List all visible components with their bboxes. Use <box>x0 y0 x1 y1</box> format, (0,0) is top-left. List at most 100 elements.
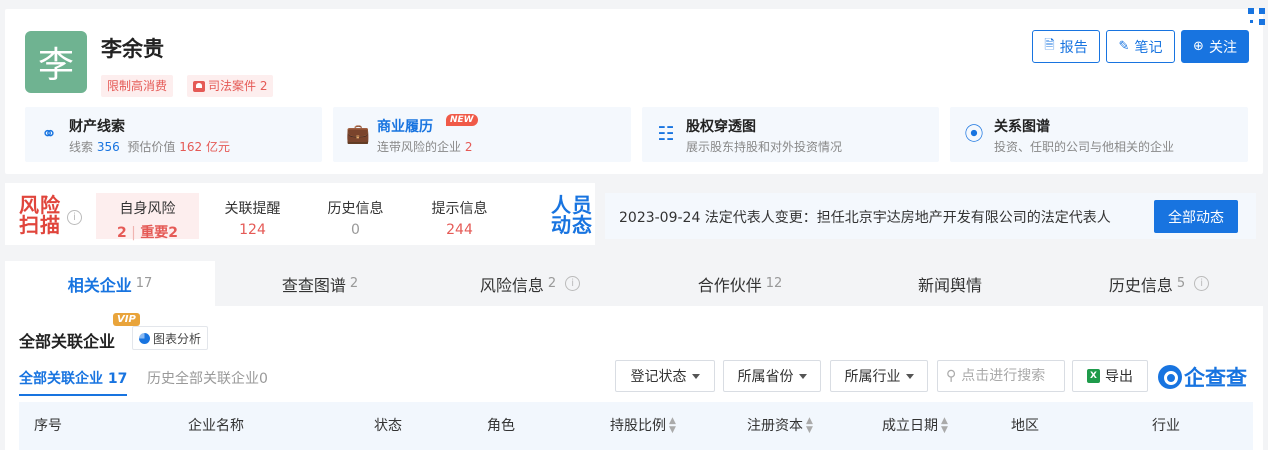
tab-label: 合作伙伴 <box>697 275 762 295</box>
caret-down-icon <box>905 373 914 379</box>
risk-cell-label: 提示信息 <box>431 201 488 217</box>
follow-button[interactable]: ⊕ 关注 <box>1181 30 1249 63</box>
subtab-history-related[interactable]: 历史全部关联企业0 <box>147 368 268 388</box>
feature-asset-clues[interactable]: ⚭ 财产线索 线索 356 预估价值 162 亿元 <box>25 107 322 162</box>
risk-cell-value: 2 | 重要2 <box>116 225 179 241</box>
report-button[interactable]: 🗎 报告 <box>1032 30 1100 63</box>
vip-badge: VIP <box>113 313 140 326</box>
filter-province[interactable]: 所属省份 <box>723 360 821 392</box>
risk-cell-self[interactable]: 自身风险 2 | 重要2 <box>96 193 199 241</box>
joint-risk-count: 2 <box>464 140 473 154</box>
sort-icon: ▲ ▼ <box>806 416 813 435</box>
risk-cell-history[interactable]: 历史信息 0 <box>304 193 407 239</box>
tab-chacha-graph[interactable]: 查查图谱 2 <box>215 261 425 306</box>
search-box[interactable]: ⚲ <box>937 360 1065 392</box>
col-industry: 行业 <box>1152 418 1180 434</box>
restriction-tag[interactable]: 限制高消费 <box>101 75 174 97</box>
restriction-tag-label: 限制高消费 <box>107 79 168 93</box>
risk-title-line1: 风险 <box>19 193 61 217</box>
filter-label: 所属省份 <box>737 369 794 385</box>
dynamics-box: 2023-09-24 法定代表人变更：担任北京宇达房地产开发有限公司的法定代表人… <box>605 193 1256 239</box>
info-icon[interactable]: i <box>67 210 82 225</box>
risk-cell-hints[interactable]: 提示信息 244 <box>408 193 511 239</box>
table-header: 序号 企业名称 状态 角色 持股比例 ▲ ▼ 注册资本 ▲ ▼ 成立日期 ▲ ▼ 地区 行业 <box>19 402 1253 450</box>
info-icon[interactable]: i <box>1194 276 1210 291</box>
risk-cell-label: 关联提醒 <box>224 201 281 217</box>
search-icon: ⚲ <box>946 368 957 384</box>
sort-icon: ▲ ▼ <box>941 416 948 435</box>
feature-business-history[interactable]: 💼 商业履历 NEW 连带风险的企业 2 <box>333 107 631 162</box>
export-button[interactable]: X 导出 <box>1072 360 1148 392</box>
document-icon: 🗎 <box>1044 37 1055 53</box>
tab-risk-info[interactable]: 风险信息 2 i <box>425 261 635 306</box>
tab-related-companies[interactable]: 相关企业 17 <box>5 261 215 306</box>
dynamics-title: 人员 动态 <box>551 195 593 235</box>
dynamics-title-line2: 动态 <box>551 213 593 237</box>
tab-label: 相关企业 <box>67 275 132 295</box>
col-share-ratio-wrap[interactable]: 持股比例 ▲ ▼ <box>610 402 676 450</box>
tab-bar: 相关企业 17 查查图谱 2 风险信息 2 i 合作伙伴 12 新闻舆情 历史信… <box>5 261 1263 306</box>
sort-icon: ▲ ▼ <box>669 416 676 435</box>
tab-count: 12 <box>765 276 783 291</box>
logo-text: 企查查 <box>1184 366 1247 390</box>
pie-chart-icon <box>139 332 150 344</box>
filter-label: 所属行业 <box>844 369 901 385</box>
qichacha-logo: 企查查 <box>1158 362 1247 392</box>
section-title: 全部关联企业 <box>19 332 116 351</box>
subtab-all-related[interactable]: 全部关联企业 17 <box>19 368 128 396</box>
important-risk-count: 重要2 <box>140 225 179 241</box>
tab-label: 风险信息 <box>479 275 544 295</box>
link-icon: ⚭ <box>41 123 57 145</box>
logo-icon <box>1158 365 1182 389</box>
estimated-value: 162 亿元 <box>179 140 230 154</box>
col-founded-date: 成立日期 <box>882 418 938 434</box>
risk-cell-related[interactable]: 关联提醒 124 <box>201 193 304 239</box>
tab-history-info[interactable]: 历史信息 5 i <box>1055 261 1263 306</box>
risk-title-line2: 扫描 <box>19 213 61 237</box>
chart-analysis-button[interactable]: 图表分析 <box>132 326 209 350</box>
risk-scan-panel: 风险 扫描 i 自身风险 2 | 重要2 关联提醒 124 历史信息 0 提示信… <box>5 183 595 245</box>
clue-label: 线索 <box>69 140 94 154</box>
dynamics-text[interactable]: 2023-09-24 法定代表人变更：担任北京宇达房地产开发有限公司的法定代表人 <box>619 207 1111 227</box>
tab-partners[interactable]: 合作伙伴 12 <box>635 261 845 306</box>
tab-count: 2 <box>547 276 557 291</box>
notes-button-label: 笔记 <box>1134 39 1163 56</box>
risk-cell-value: 244 <box>446 222 473 238</box>
judicial-case-tag[interactable]: 司法案件 2 <box>187 75 274 97</box>
joint-risk-label: 连带风险的企业 <box>377 140 462 154</box>
info-icon[interactable]: i <box>565 276 581 291</box>
feature-subtitle: 展示股东持股和对外投资情况 <box>686 140 843 154</box>
caret-down-icon <box>798 373 807 379</box>
tab-label: 历史信息 <box>1108 275 1173 295</box>
filter-industry[interactable]: 所属行业 <box>830 360 928 392</box>
feature-relationship-graph[interactable]: ⦿ 关系图谱 投资、任职的公司与他相关的企业 <box>950 107 1248 162</box>
col-registered-capital: 注册资本 <box>747 418 803 434</box>
risk-cell-value: 124 <box>239 222 266 238</box>
related-companies-section: 全部关联企业 VIP 图表分析 全部关联企业 17 历史全部关联企业0 登记状态… <box>5 306 1263 450</box>
notes-button[interactable]: ✎ 笔记 <box>1106 30 1175 63</box>
col-index: 序号 <box>34 418 62 434</box>
risk-cell-label: 历史信息 <box>327 201 384 217</box>
feature-equity-chart[interactable]: ☷ 股权穿透图 展示股东持股和对外投资情况 <box>642 107 939 162</box>
col-founded-wrap[interactable]: 成立日期 ▲ ▼ <box>882 402 948 450</box>
tab-label: 新闻舆情 <box>917 275 982 295</box>
all-dynamics-button[interactable]: 全部动态 <box>1154 200 1238 233</box>
share-icon: ⦿ <box>964 123 984 145</box>
pencil-icon: ✎ <box>1118 39 1130 54</box>
feature-subtitle: 线索 356 预估价值 162 亿元 <box>69 138 230 155</box>
qr-code-icon[interactable] <box>1248 8 1266 26</box>
feature-title: 财产线索 <box>69 119 125 135</box>
risk-scan-title: 风险 扫描 <box>19 195 61 235</box>
excel-icon: X <box>1087 369 1100 383</box>
filter-registration-status[interactable]: 登记状态 <box>615 360 715 392</box>
col-capital-wrap[interactable]: 注册资本 ▲ ▼ <box>747 402 813 450</box>
search-input[interactable] <box>961 368 1057 384</box>
report-button-label: 报告 <box>1059 39 1088 56</box>
col-role: 角色 <box>487 418 515 434</box>
org-chart-icon: ☷ <box>657 123 675 145</box>
feature-subtitle: 投资、任职的公司与他相关的企业 <box>994 140 1175 154</box>
feature-subtitle: 连带风险的企业 2 <box>377 138 472 155</box>
avatar: 李 <box>25 31 87 93</box>
tab-count: 5 <box>1176 276 1186 291</box>
tab-news[interactable]: 新闻舆情 <box>845 261 1055 306</box>
